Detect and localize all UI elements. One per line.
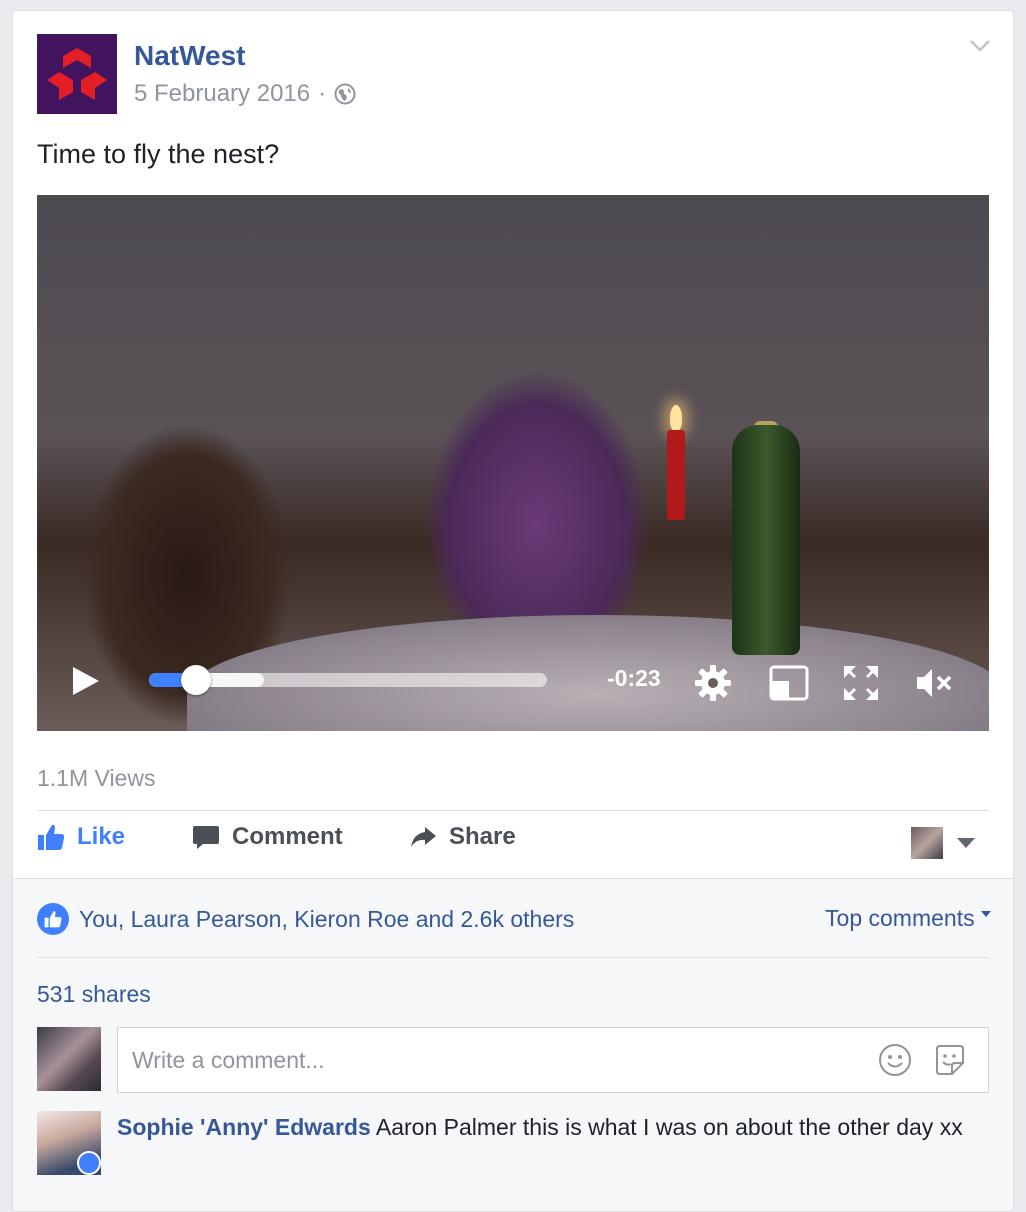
smiley-icon[interactable] [878, 1043, 912, 1077]
play-icon[interactable] [73, 667, 99, 695]
post-text: Time to fly the nest? [37, 139, 280, 169]
natwest-logo[interactable] [37, 34, 117, 114]
meta-separator: · [318, 80, 327, 107]
divider [37, 957, 989, 958]
fullscreen-icon[interactable] [841, 663, 881, 703]
current-user-avatar[interactable] [37, 1027, 101, 1091]
post-meta: 5 February 2016 · [134, 80, 356, 108]
comment-item: Sophie 'Anny' Edwards Aaron Palmer this … [117, 1111, 977, 1143]
like-reaction-icon [37, 903, 69, 935]
reactions-text: You, Laura Pearson, Kieron Roe and 2.6k … [79, 905, 575, 932]
top-comments-dropdown[interactable]: Top comments [825, 905, 991, 932]
share-label: Share [449, 823, 516, 850]
video-controls: -0:23 [37, 645, 989, 715]
post-card: NatWest 5 February 2016 · Time to fly th… [12, 10, 1014, 1212]
top-comments-label: Top comments [825, 905, 975, 931]
video-frame-candle [667, 430, 685, 520]
video-frame-bottle [732, 425, 800, 655]
post-as-selector[interactable] [911, 827, 975, 859]
view-count: 1.1M Views [37, 765, 156, 791]
like-button[interactable]: Like [37, 823, 125, 851]
page-name-link[interactable]: NatWest [134, 40, 246, 72]
chevron-down-icon[interactable] [969, 39, 991, 53]
share-icon [411, 827, 436, 847]
caret-down-icon [981, 911, 991, 917]
video-player[interactable]: -0:23 [37, 195, 989, 731]
action-bar: Like Comment Share [37, 823, 989, 873]
video-frame-flame [670, 405, 682, 431]
comment-author[interactable]: Sophie 'Anny' Edwards [117, 1114, 371, 1140]
like-label: Like [77, 823, 126, 850]
comment-button[interactable]: Comment [192, 823, 343, 851]
pip-icon[interactable] [769, 663, 809, 703]
comment-body: Aaron Palmer this is what I was on about… [375, 1114, 963, 1140]
share-count[interactable]: 531 shares [37, 981, 151, 1008]
heart-badge-icon [77, 1151, 101, 1175]
progress-bar[interactable] [149, 665, 547, 695]
post-footer: You, Laura Pearson, Kieron Roe and 2.6k … [13, 878, 1013, 1211]
comment-icon [193, 826, 219, 849]
sticker-icon[interactable] [933, 1043, 967, 1077]
reactions-summary[interactable]: You, Laura Pearson, Kieron Roe and 2.6k … [37, 903, 574, 935]
progress-scrubber[interactable] [180, 665, 211, 695]
settings-icon[interactable] [693, 663, 733, 703]
comment-composer [117, 1027, 989, 1093]
comment-input[interactable] [130, 1028, 854, 1092]
globe-icon[interactable] [334, 83, 356, 105]
divider [37, 810, 989, 811]
share-button[interactable]: Share [409, 823, 516, 851]
mute-icon[interactable] [913, 663, 953, 703]
caret-down-icon [957, 838, 975, 848]
comment-label: Comment [232, 823, 343, 850]
time-remaining: -0:23 [607, 665, 661, 691]
post-date[interactable]: 5 February 2016 [134, 80, 310, 108]
avatar [911, 827, 943, 859]
like-icon [38, 824, 65, 850]
